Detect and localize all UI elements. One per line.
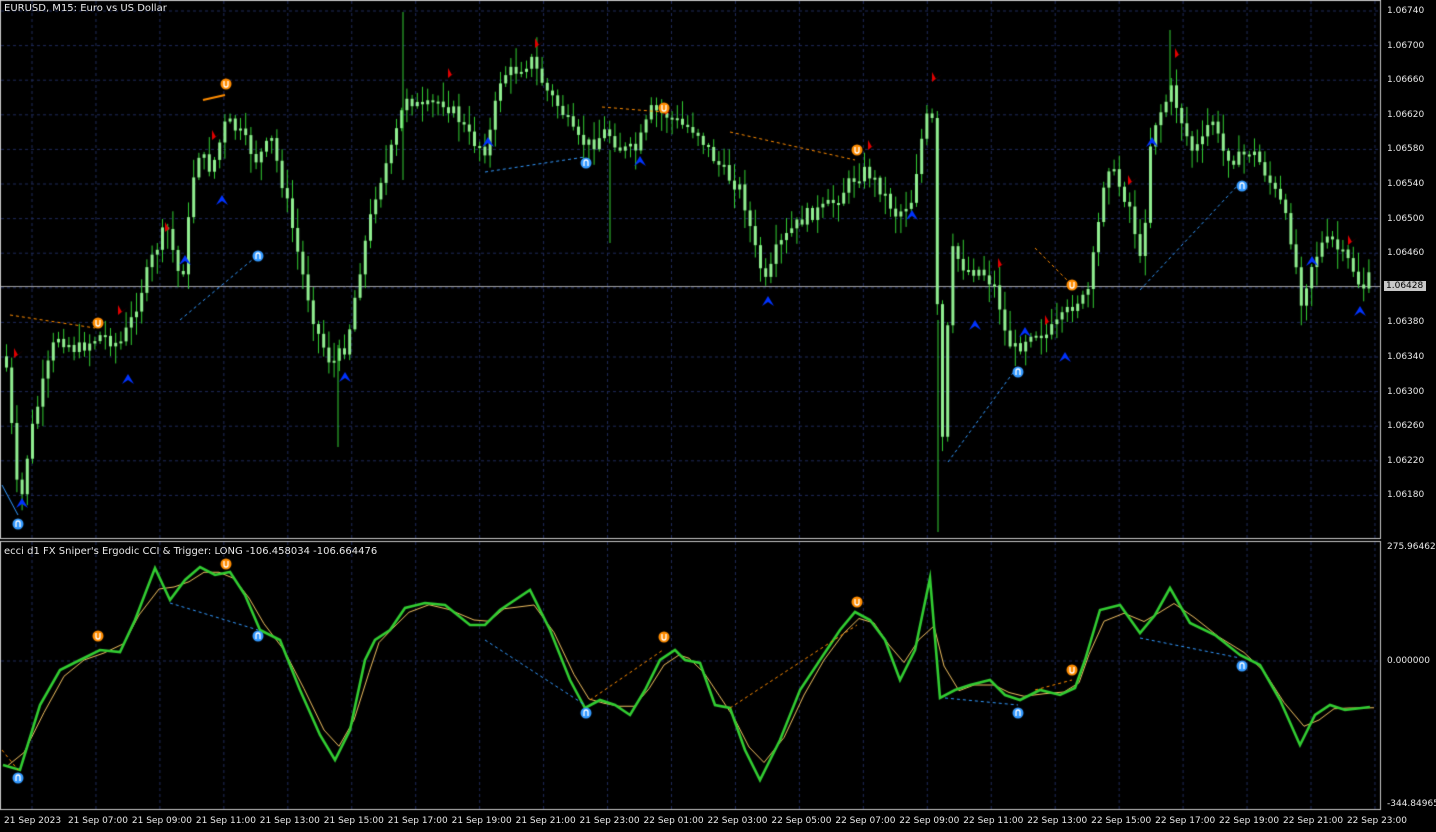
price-tick-label: 1.06740	[1387, 6, 1425, 16]
indicator-axis-top: 275.964624	[1387, 542, 1436, 552]
price-tick-label: 1.06660	[1387, 75, 1425, 86]
time-tick-label: 21 Sep 13:00	[259, 816, 320, 826]
time-tick-label: 21 Sep 09:00	[131, 816, 192, 826]
time-tick-label: 22 Sep 17:00	[1155, 816, 1216, 826]
time-tick-label: 22 Sep 05:00	[771, 816, 832, 826]
time-tick-label: 21 Sep 19:00	[451, 816, 512, 826]
price-tick-label: 1.06620	[1387, 109, 1425, 120]
price-tick-label: 1.06580	[1387, 144, 1425, 155]
time-tick-label: 21 Sep 17:00	[387, 816, 448, 826]
indicator-title: ecci d1 FX Sniper's Ergodic CCI & Trigge…	[4, 546, 378, 557]
time-tick-label: 22 Sep 11:00	[963, 816, 1024, 826]
indicator-axis-bottom: -344.84965	[1387, 799, 1436, 809]
time-tick-label: 22 Sep 09:00	[899, 816, 960, 826]
time-tick-label: 22 Sep 19:00	[1219, 816, 1280, 826]
time-tick-label: 21 Sep 15:00	[323, 816, 384, 826]
time-tick-label: 22 Sep 13:00	[1027, 816, 1088, 826]
time-tick-label: 21 Sep 21:00	[515, 816, 576, 826]
price-tick-label: 1.06500	[1387, 213, 1425, 224]
time-tick-label: 22 Sep 15:00	[1091, 816, 1152, 826]
price-tick-label: 1.06380	[1387, 317, 1425, 328]
time-tick-label: 21 Sep 23:00	[579, 816, 640, 826]
price-tick-label: 1.06540	[1387, 179, 1425, 189]
price-tick-label: 1.06300	[1387, 386, 1425, 397]
indicator-axis-zero: 0.000000	[1387, 656, 1430, 666]
price-tick-label: 1.06700	[1387, 40, 1425, 51]
time-tick-label: 22 Sep 21:00	[1283, 816, 1344, 826]
trading-chart-canvas[interactable]	[0, 0, 1436, 832]
price-tick-label: 1.06340	[1387, 352, 1425, 362]
time-tick-label: 21 Sep 2023	[4, 816, 62, 826]
price-tick-label: 1.06460	[1387, 248, 1425, 259]
price-tick-label: 1.06220	[1387, 455, 1425, 466]
price-tick-label: 1.06180	[1387, 490, 1425, 501]
time-tick-label: 22 Sep 03:00	[707, 816, 768, 826]
time-tick-label: 22 Sep 23:00	[1346, 816, 1408, 826]
current-price-tag: 1.06428	[1384, 281, 1426, 291]
time-tick-label: 21 Sep 07:00	[67, 816, 129, 826]
price-tick-label: 1.06260	[1387, 421, 1425, 432]
time-tick-label: 21 Sep 11:00	[195, 816, 256, 826]
time-tick-label: 22 Sep 07:00	[835, 816, 896, 826]
chart-title: EURUSD, M15: Euro vs US Dollar	[4, 3, 167, 14]
time-tick-label: 22 Sep 01:00	[643, 816, 704, 826]
